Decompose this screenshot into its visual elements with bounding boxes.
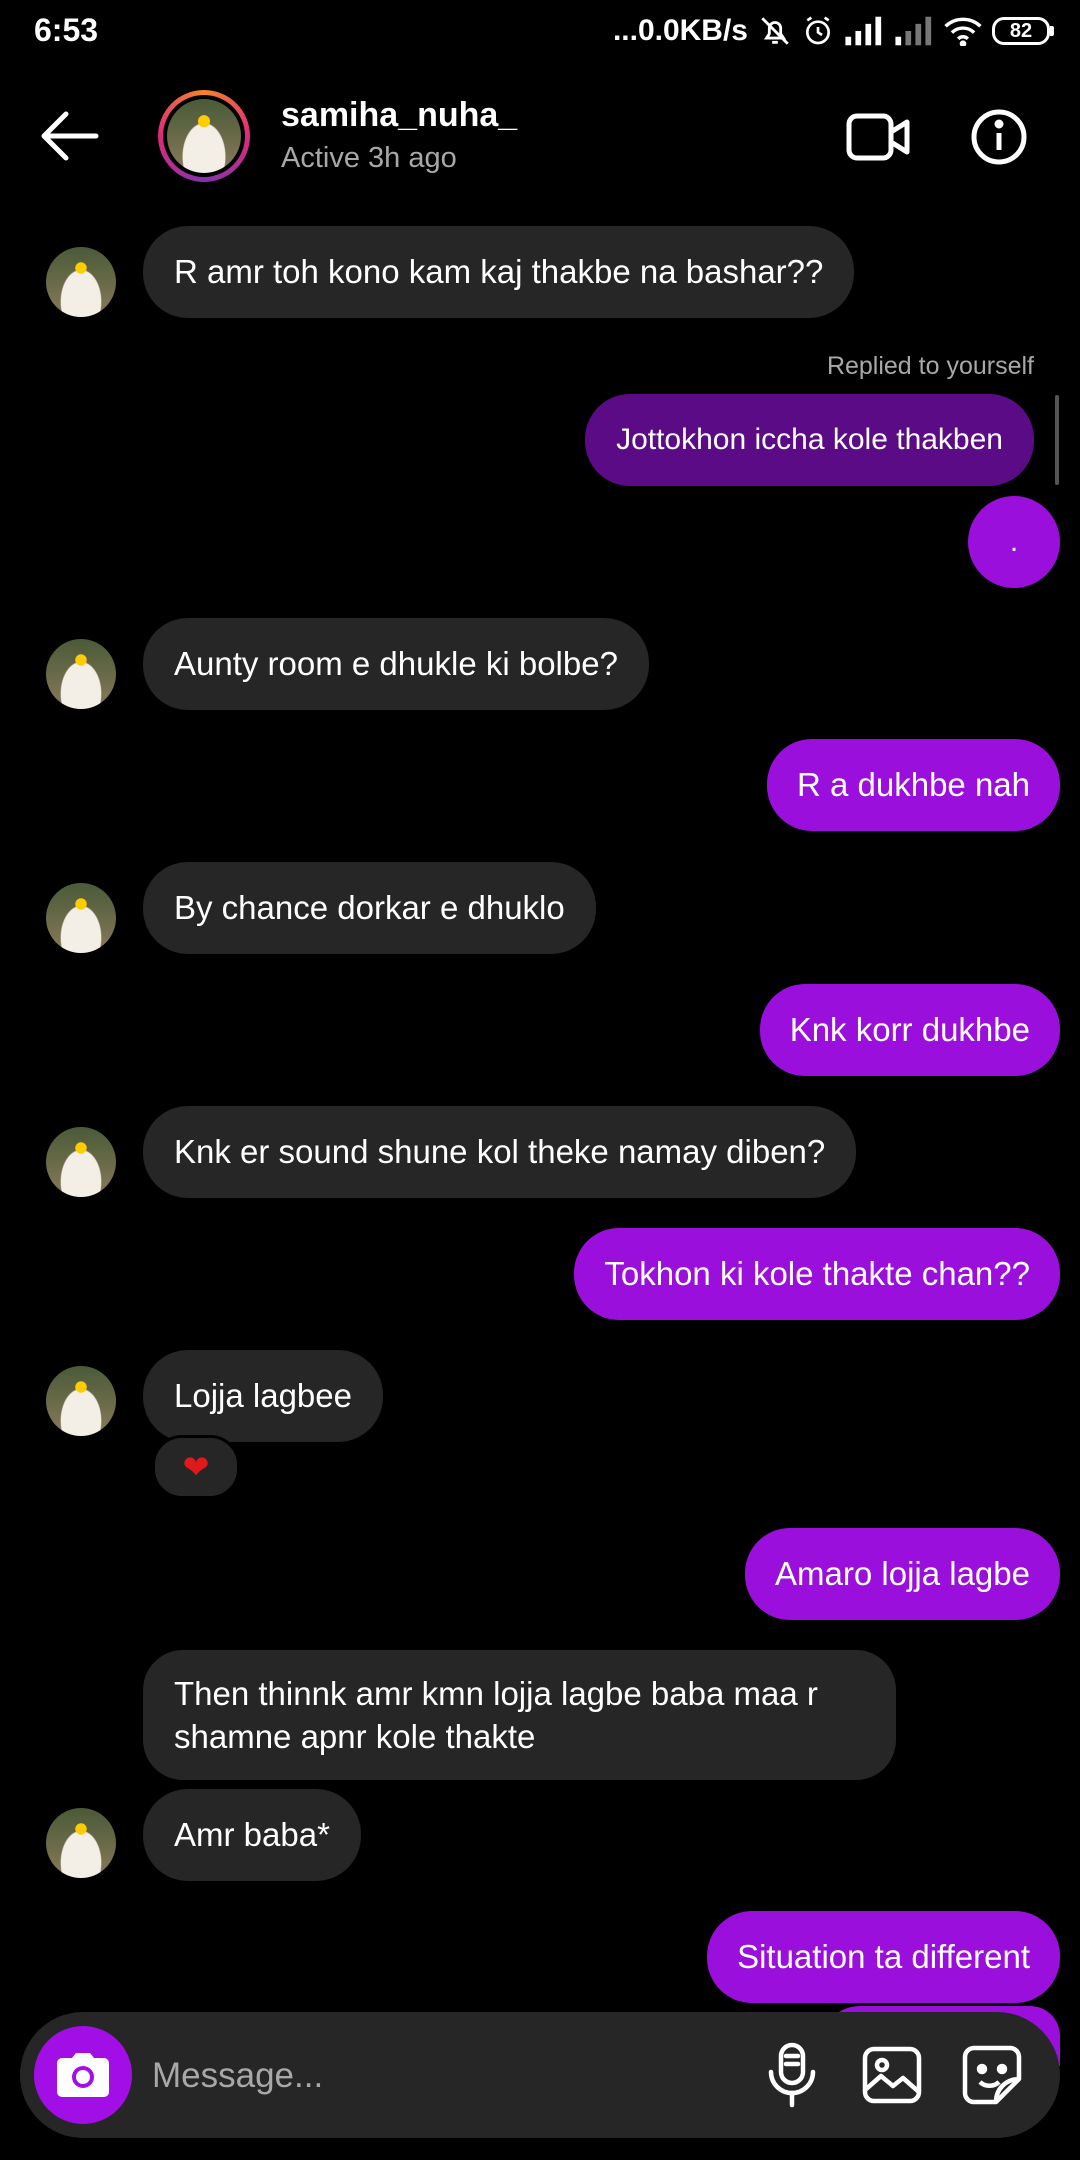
sticker-button[interactable] <box>960 2042 1024 2108</box>
gallery-icon <box>862 2046 922 2104</box>
received-message[interactable]: Amr baba* <box>143 1789 361 1881</box>
gallery-button[interactable] <box>860 2042 924 2108</box>
microphone-icon <box>768 2042 816 2108</box>
avatar <box>46 639 116 709</box>
message-input[interactable] <box>150 2042 714 2110</box>
sent-message[interactable]: . <box>968 496 1060 588</box>
sent-message[interactable]: Knk korr dukhbe <box>759 984 1060 1076</box>
message-list[interactable]: R amr toh kono kam kaj thakbe na bashar?… <box>0 0 1080 2160</box>
avatar <box>46 247 116 317</box>
avatar <box>46 1366 116 1436</box>
received-message[interactable]: Then thinnk amr kmn lojja lagbe baba maa… <box>143 1650 896 1780</box>
scrollbar[interactable] <box>1055 395 1059 485</box>
camera-icon <box>57 2053 109 2097</box>
message-composer <box>20 2012 1060 2138</box>
sticker-icon <box>962 2045 1022 2105</box>
received-message[interactable]: Aunty room e dhukle ki bolbe? <box>143 618 649 710</box>
received-message[interactable]: By chance dorkar e dhuklo <box>143 862 596 954</box>
received-message[interactable]: Knk er sound shune kol theke namay diben… <box>143 1106 857 1198</box>
sent-message[interactable]: Jottokhon iccha kole thakben <box>585 394 1034 486</box>
avatar <box>46 1808 116 1878</box>
microphone-button[interactable] <box>760 2042 824 2108</box>
avatar <box>46 1127 116 1197</box>
camera-button[interactable] <box>34 2026 132 2124</box>
received-message[interactable]: Lojja lagbee <box>143 1350 383 1442</box>
heart-reaction[interactable]: ❤ <box>152 1435 240 1499</box>
sent-message[interactable]: Amaro lojja lagbe <box>745 1528 1060 1620</box>
sent-message[interactable]: Tokhon ki kole thakte chan?? <box>574 1228 1060 1320</box>
sent-message[interactable]: R a dukhbe nah <box>766 739 1060 831</box>
avatar <box>46 883 116 953</box>
received-message[interactable]: R amr toh kono kam kaj thakbe na bashar?… <box>143 226 855 318</box>
sent-message[interactable]: Situation ta different <box>707 1911 1060 2003</box>
reply-label: Replied to yourself <box>826 352 1034 380</box>
